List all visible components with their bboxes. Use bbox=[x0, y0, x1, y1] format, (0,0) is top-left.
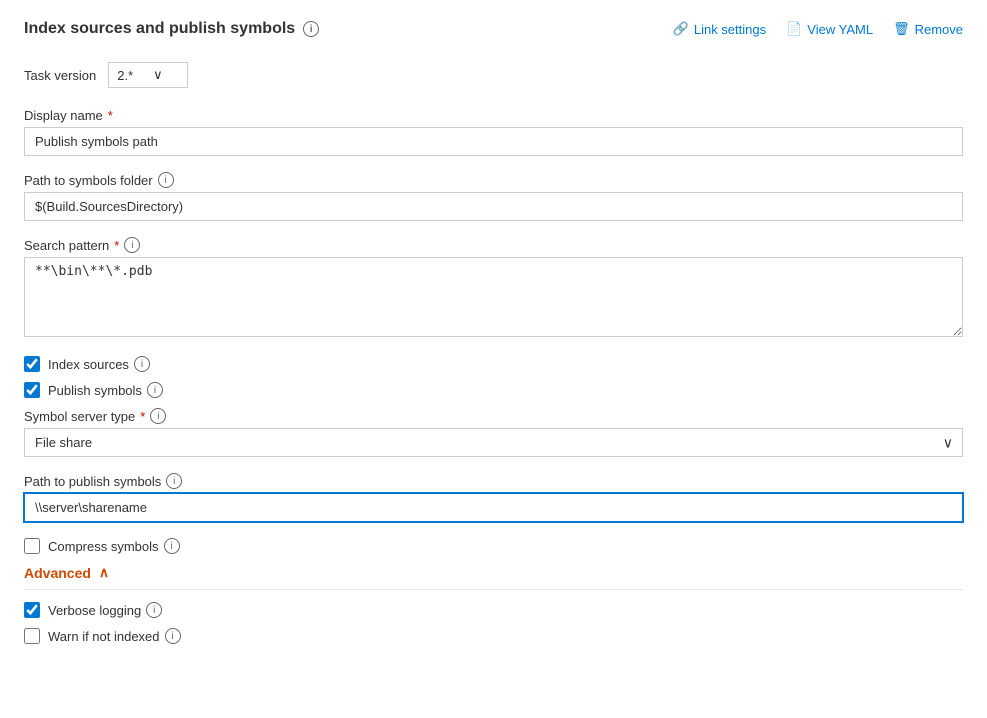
page-title-group: Index sources and publish symbols i bbox=[24, 20, 319, 38]
search-pattern-input[interactable]: **\bin\**\*.pdb bbox=[24, 257, 963, 337]
compress-symbols-label[interactable]: Compress symbols i bbox=[48, 538, 180, 554]
publish-symbols-label[interactable]: Publish symbols i bbox=[48, 382, 163, 398]
symbol-server-type-wrapper: File share Azure Artifacts ∨ bbox=[24, 428, 963, 457]
index-sources-checkbox[interactable] bbox=[24, 356, 40, 372]
page-title: Index sources and publish symbols bbox=[24, 20, 295, 38]
symbol-server-type-field: Symbol server type * i File share Azure … bbox=[24, 408, 963, 457]
page-header: Index sources and publish symbols i 🔗 Li… bbox=[24, 20, 963, 38]
title-info-icon[interactable]: i bbox=[303, 21, 319, 37]
search-pattern-required: * bbox=[114, 238, 119, 253]
compress-symbols-checkbox[interactable] bbox=[24, 538, 40, 554]
symbol-server-type-required: * bbox=[140, 409, 145, 424]
symbol-server-type-label: Symbol server type * i bbox=[24, 408, 963, 424]
compress-symbols-row: Compress symbols i bbox=[24, 538, 963, 554]
verbose-logging-row: Verbose logging i bbox=[24, 602, 963, 618]
path-publish-symbols-label: Path to publish symbols i bbox=[24, 473, 963, 489]
search-pattern-info-icon[interactable]: i bbox=[124, 237, 140, 253]
chevron-up-icon: ∧ bbox=[99, 564, 109, 581]
remove-button[interactable]: 🗑 Remove bbox=[893, 21, 963, 37]
compress-symbols-info-icon[interactable]: i bbox=[164, 538, 180, 554]
warn-not-indexed-info-icon[interactable]: i bbox=[165, 628, 181, 644]
path-publish-symbols-field: Path to publish symbols i bbox=[24, 473, 963, 522]
search-pattern-field: Search pattern * i **\bin\**\*.pdb bbox=[24, 237, 963, 340]
warn-not-indexed-checkbox[interactable] bbox=[24, 628, 40, 644]
trash-icon: 🗑 bbox=[893, 21, 910, 37]
display-name-required: * bbox=[108, 108, 113, 123]
path-symbols-info-icon[interactable]: i bbox=[158, 172, 174, 188]
advanced-toggle[interactable]: Advanced ∧ bbox=[24, 564, 963, 590]
task-version-label: Task version bbox=[24, 68, 96, 83]
warn-not-indexed-label[interactable]: Warn if not indexed i bbox=[48, 628, 181, 644]
display-name-input[interactable] bbox=[24, 127, 963, 156]
index-sources-row: Index sources i bbox=[24, 356, 963, 372]
index-sources-info-icon[interactable]: i bbox=[134, 356, 150, 372]
publish-symbols-checkbox[interactable] bbox=[24, 382, 40, 398]
task-version-row: Task version 2.* ∨ bbox=[24, 62, 963, 88]
link-icon: 🔗 bbox=[673, 21, 689, 37]
advanced-section: Advanced ∧ Verbose logging i Warn if not… bbox=[24, 564, 963, 644]
publish-symbols-info-icon[interactable]: i bbox=[147, 382, 163, 398]
path-symbols-folder-input[interactable] bbox=[24, 192, 963, 221]
verbose-logging-label[interactable]: Verbose logging i bbox=[48, 602, 162, 618]
index-sources-label[interactable]: Index sources i bbox=[48, 356, 150, 372]
display-name-field: Display name * bbox=[24, 108, 963, 156]
path-symbols-folder-field: Path to symbols folder i bbox=[24, 172, 963, 221]
link-settings-button[interactable]: 🔗 Link settings bbox=[673, 21, 766, 37]
verbose-logging-checkbox[interactable] bbox=[24, 602, 40, 618]
symbol-server-type-select[interactable]: File share Azure Artifacts bbox=[24, 428, 963, 457]
task-version-select[interactable]: 2.* ∨ bbox=[108, 62, 188, 88]
search-pattern-label: Search pattern * i bbox=[24, 237, 963, 253]
yaml-icon: 📄 bbox=[786, 21, 802, 37]
path-symbols-folder-label: Path to symbols folder i bbox=[24, 172, 963, 188]
warn-not-indexed-row: Warn if not indexed i bbox=[24, 628, 963, 644]
advanced-label: Advanced bbox=[24, 565, 91, 581]
path-publish-symbols-input[interactable] bbox=[24, 493, 963, 522]
path-publish-symbols-info-icon[interactable]: i bbox=[166, 473, 182, 489]
task-version-value: 2.* bbox=[117, 68, 133, 83]
verbose-logging-info-icon[interactable]: i bbox=[146, 602, 162, 618]
display-name-label: Display name * bbox=[24, 108, 963, 123]
chevron-down-icon: ∨ bbox=[153, 67, 163, 83]
view-yaml-button[interactable]: 📄 View YAML bbox=[786, 21, 873, 37]
header-actions: 🔗 Link settings 📄 View YAML 🗑 Remove bbox=[673, 21, 963, 37]
symbol-server-type-info-icon[interactable]: i bbox=[150, 408, 166, 424]
publish-symbols-row: Publish symbols i bbox=[24, 382, 963, 398]
